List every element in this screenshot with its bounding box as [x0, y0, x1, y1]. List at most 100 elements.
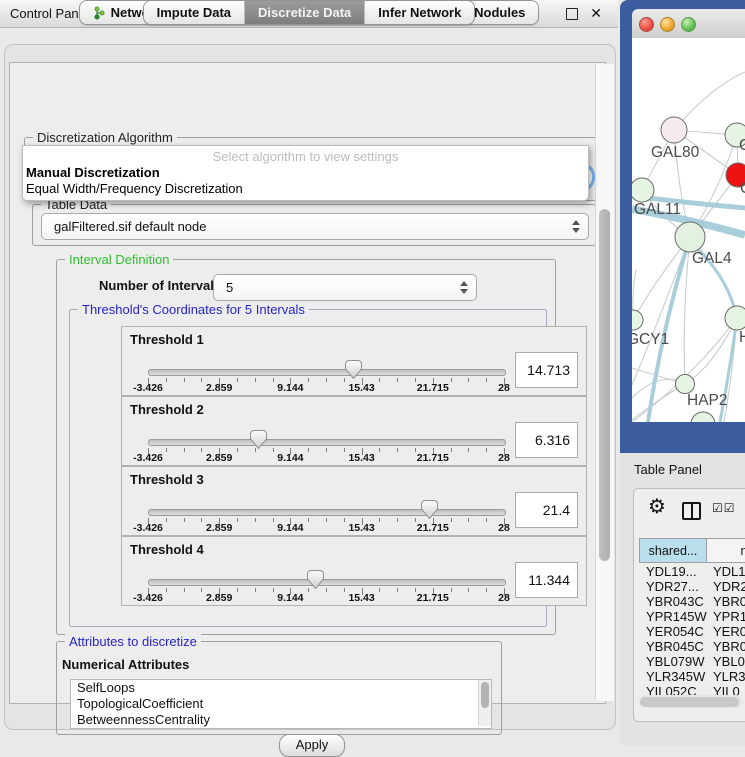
slider-thumb[interactable] [250, 430, 267, 449]
cell-shared-name: YDR27... [639, 579, 707, 594]
slider-track[interactable] [148, 579, 506, 586]
close-traffic-light[interactable] [639, 17, 654, 32]
tick-mark [379, 588, 380, 592]
dropdown-option-manual-discretization[interactable]: Manual Discretization [23, 165, 588, 181]
tick-mark [237, 378, 238, 382]
column-header[interactable]: na [707, 538, 745, 563]
cell-name: YBL0 [707, 654, 745, 669]
numerical-attributes-label: Numerical Attributes [62, 657, 189, 672]
list-scrollbar[interactable] [478, 680, 491, 726]
tick-mark [166, 518, 167, 522]
threshold-value-field[interactable]: 6.316 [515, 422, 578, 458]
tick-label: 9.144 [277, 452, 303, 464]
node-h[interactable] [725, 306, 745, 330]
threshold-panel-1: Threshold 1-3.4262.8599.14415.4321.71528… [121, 326, 587, 396]
tick-mark [255, 378, 256, 382]
tick-mark [468, 448, 469, 452]
table-row[interactable]: YLR345WYLR3 [639, 669, 745, 684]
table-row[interactable]: YPR145WYPR1 [639, 609, 745, 624]
table-row[interactable]: YDR27...YDR2 [639, 579, 745, 594]
table-data-combobox[interactable]: galFiltered.sif default node [41, 213, 589, 240]
cell-name: YBR0 [707, 594, 745, 609]
select-columns-icon[interactable]: ☑☑ [712, 501, 736, 515]
cell-shared-name: YBL079W [639, 654, 707, 669]
network-canvas[interactable]: GAL80 G C GAL11 GAL4 GCY1 H HAP2 [632, 38, 745, 422]
tick-mark [166, 448, 167, 452]
interval-definition-groupbox: Interval Definition Number of Intervals … [56, 259, 556, 635]
threshold-value-field[interactable]: 21.4 [515, 492, 578, 528]
node-gcy1[interactable] [632, 310, 643, 330]
slider-thumb[interactable] [421, 500, 438, 519]
panel-vertical-scrollbar[interactable] [595, 64, 614, 701]
attribute-item-selfloops[interactable]: SelfLoops [71, 680, 491, 696]
tick-mark [308, 448, 309, 452]
cell-shared-name: YBR043C [639, 594, 707, 609]
tick-mark [326, 518, 327, 522]
node-gal4[interactable] [675, 222, 705, 252]
threshold-value-field[interactable]: 14.713 [515, 352, 578, 388]
tab-label: Infer Network [378, 5, 461, 20]
split-columns-icon[interactable] [682, 502, 701, 520]
tick-label: -3.426 [133, 592, 163, 604]
cell-name: YER0 [707, 624, 745, 639]
zoom-traffic-light[interactable] [681, 17, 696, 32]
gear-icon[interactable]: ⚙ [648, 497, 666, 517]
interval-definition-title: Interval Definition [65, 252, 173, 267]
node-bottom-partial[interactable] [691, 412, 715, 422]
control-panel: Control Panel ✕ Discretization Algorithm… [0, 0, 618, 745]
minimize-traffic-light[interactable] [660, 17, 675, 32]
tick-mark [184, 448, 185, 452]
table-row[interactable]: YBR045CYBR0 [639, 639, 745, 654]
threshold-label: Threshold 3 [130, 472, 204, 487]
dropdown-option-equal-width-frequency-discretization[interactable]: Equal Width/Frequency Discretization [23, 181, 588, 197]
tab-infer-network[interactable]: Infer Network [364, 1, 474, 24]
num-intervals-combobox[interactable]: 5 [213, 274, 477, 301]
tick-mark [486, 378, 487, 382]
table-horizontal-scrollbar[interactable] [639, 695, 742, 708]
tick-label: 9.144 [277, 522, 303, 534]
slider-track[interactable] [148, 439, 506, 446]
tab-impute-data[interactable]: Impute Data [144, 1, 244, 24]
slider-track[interactable] [148, 509, 506, 516]
table-row[interactable]: YDL19...YDL1 [639, 564, 745, 579]
slider-track[interactable] [148, 369, 506, 376]
tick-mark [468, 378, 469, 382]
tab-discretize-data[interactable]: Discretize Data [244, 1, 364, 24]
threshold-value-field[interactable]: 11.344 [515, 562, 578, 598]
table-row[interactable]: YBL079WYBL0 [639, 654, 745, 669]
cell-shared-name: YPR145W [639, 609, 707, 624]
table-row[interactable]: YER054CYER0 [639, 624, 745, 639]
thresholds-group-title: Threshold's Coordinates for 5 Intervals [78, 302, 309, 317]
tick-mark [326, 448, 327, 452]
tick-mark [273, 448, 274, 452]
tick-mark [184, 588, 185, 592]
tick-mark [451, 448, 452, 452]
tick-mark [273, 518, 274, 522]
table-panel-title: Table Panel [634, 462, 702, 477]
network-window-titlebar[interactable] [632, 9, 745, 39]
node-table-panel: ⚙ ☑☑ shared... na YDL19...YDL1YDR27...YD… [633, 488, 745, 722]
attribute-item-betweennesscentrality[interactable]: BetweennessCentrality [71, 712, 491, 728]
tick-mark [344, 448, 345, 452]
node-gal80[interactable] [661, 117, 687, 143]
tick-mark [486, 588, 487, 592]
column-header[interactable]: shared... [639, 538, 707, 563]
cell-name: YLR3 [707, 669, 745, 684]
tick-mark [237, 588, 238, 592]
node-gal11[interactable] [632, 178, 654, 202]
discretize-data-panel: Discretization Algorithm Table Data galF… [9, 62, 606, 704]
slider-thumb[interactable] [345, 360, 362, 379]
threshold-panel-4: Threshold 4-3.4262.8599.14415.4321.71528… [121, 536, 587, 606]
node-label: GCY1 [632, 331, 669, 348]
table-row[interactable]: YBR043CYBR0 [639, 594, 745, 609]
tick-mark [486, 518, 487, 522]
attribute-item-topologicalcoefficient[interactable]: TopologicalCoefficient [71, 696, 491, 712]
cell-shared-name: YER054C [639, 624, 707, 639]
node-hap2[interactable] [676, 375, 695, 394]
tick-label: 9.144 [277, 382, 303, 394]
apply-button[interactable]: Apply [279, 734, 345, 757]
numerical-attributes-list[interactable]: SelfLoopsTopologicalCoefficientBetweenne… [70, 679, 492, 729]
slider-thumb[interactable] [307, 570, 324, 589]
tick-label: -3.426 [133, 382, 163, 394]
cell-name: YDL1 [707, 564, 745, 579]
